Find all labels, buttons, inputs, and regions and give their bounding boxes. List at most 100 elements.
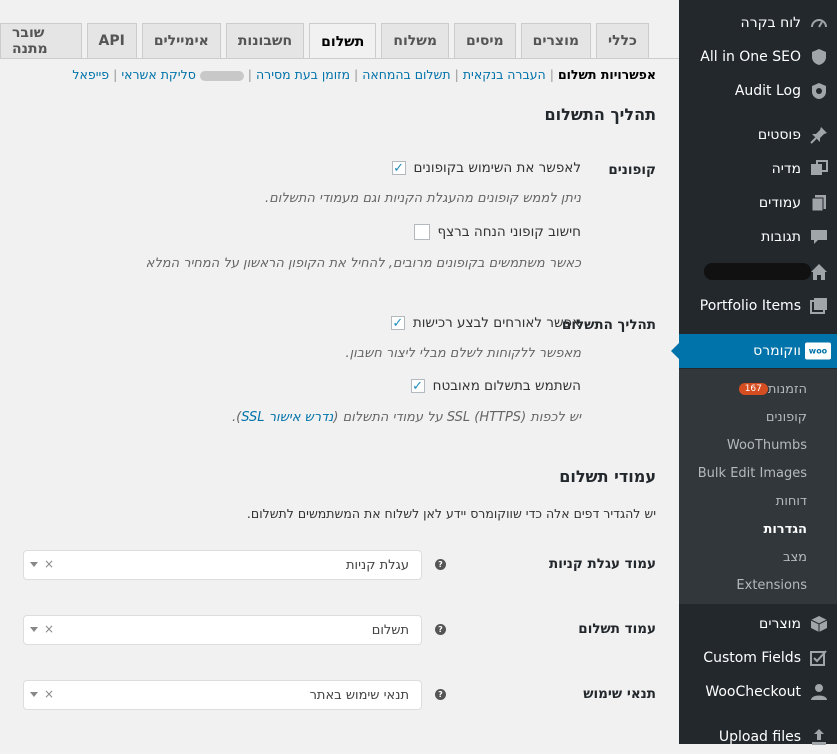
subnav-paypal[interactable]: פייפאל xyxy=(72,67,109,82)
enable-coupons-label: לאפשר את השימוש בקופונים xyxy=(413,160,581,176)
chevron-down-icon xyxy=(30,627,38,632)
pages-icon xyxy=(809,193,829,213)
tab-emails[interactable]: אימיילים xyxy=(141,23,221,58)
sequential-coupons-checkbox[interactable] xyxy=(413,224,430,240)
submenu-item-coupons[interactable]: קופונים xyxy=(679,403,837,431)
upload-icon xyxy=(809,727,829,747)
sidebar-item-woocheckout[interactable]: WooCheckout xyxy=(679,675,837,709)
clear-icon[interactable]: × xyxy=(44,622,54,636)
submenu-item-extensions[interactable]: Extensions xyxy=(679,571,837,599)
sidebar-item-dashboard[interactable]: לוח בקרה xyxy=(679,6,837,40)
checkout-page-select[interactable]: תשלום × xyxy=(23,615,422,645)
tab-api[interactable]: API xyxy=(86,23,137,58)
redacted-gateway xyxy=(199,70,244,81)
subnav-cod[interactable]: מזומן בעת מסירה xyxy=(256,67,350,82)
sidebar-item-label: מוצרים xyxy=(759,616,801,632)
submenu-item-label: WooThumbs xyxy=(726,437,807,453)
sidebar-item-woocommerce[interactable]: ווקומרס woo xyxy=(679,334,837,368)
subnav-current: אפשרויות תשלום xyxy=(557,67,656,82)
submenu-item-bulk-edit-images[interactable]: Bulk Edit Images xyxy=(679,459,837,487)
submenu-item-woothumbs[interactable]: WooThumbs xyxy=(679,431,837,459)
clear-icon[interactable]: × xyxy=(44,687,54,701)
guest-checkout-checkbox[interactable]: ✓ xyxy=(390,316,405,331)
shield-icon xyxy=(809,47,829,67)
chevron-down-icon xyxy=(30,692,38,697)
secure-checkout-description: יש לכפות SSL (HTTPS) על עמודי התשלום (נד… xyxy=(232,410,581,425)
submenu-item-orders[interactable]: 167 הזמנות xyxy=(679,375,837,403)
tab-accounts[interactable]: חשבונות xyxy=(225,23,305,58)
guest-checkout-row: ✓ אפשר לאורחים לבצע רכישות xyxy=(390,315,581,331)
sidebar-item-custom-fields[interactable]: Custom Fields xyxy=(679,641,837,675)
sidebar-item-audit-log[interactable]: Audit Log xyxy=(679,74,837,108)
sidebar-item-label: פוסטים xyxy=(757,127,801,143)
sidebar-item-label: עמודים xyxy=(758,195,801,211)
sidebar-item-portfolio[interactable]: Portfolio Items xyxy=(679,289,837,323)
checkout-pages-intro: יש להגדיר דפים אלה כדי שווקומרס יידע לאן… xyxy=(246,506,656,521)
subnav-cheque[interactable]: תשלום בהמחאה xyxy=(362,67,450,82)
tab-payments[interactable]: תשלום xyxy=(309,23,377,59)
ssl-certificate-link[interactable]: נדרש אישור SSL xyxy=(241,410,333,425)
submenu-item-settings[interactable]: הגדרות xyxy=(679,515,837,543)
submenu-item-label: הגדרות xyxy=(763,521,807,537)
submenu-item-label: דוחות xyxy=(775,493,807,509)
settings-tabs: כללי מוצרים מיסים משלוח תשלום חשבונות אי… xyxy=(0,23,649,59)
sequential-coupons-row: חישוב קופוני הנחה ברצף xyxy=(413,224,581,240)
sequential-coupons-label: חישוב קופוני הנחה ברצף xyxy=(437,224,581,240)
sidebar-item-products[interactable]: מוצרים xyxy=(679,607,837,641)
terms-page-value: תנאי שימוש באתר xyxy=(309,687,409,703)
submenu-item-label: Bulk Edit Images xyxy=(697,465,807,481)
sidebar-item-label: Custom Fields xyxy=(703,650,801,666)
cart-page-label: עמוד עגלת קניות xyxy=(548,556,656,572)
checkbox-icon xyxy=(809,648,829,668)
sidebar-item-upload-files[interactable]: Upload files xyxy=(679,720,837,754)
orders-count-badge: 167 xyxy=(738,383,768,395)
secure-checkout-desc-end: ). xyxy=(232,410,242,425)
sidebar-item-comments[interactable]: תגובות xyxy=(679,220,837,254)
secure-checkout-checkbox[interactable]: ✓ xyxy=(410,379,425,394)
secure-checkout-row: ✓ השתמש בתשלום מאובטח xyxy=(410,378,581,394)
sidebar-item-pages[interactable]: עמודים xyxy=(679,186,837,220)
user-icon xyxy=(809,682,829,702)
sidebar-item-label: All in One SEO xyxy=(700,49,801,65)
terms-page-select[interactable]: תנאי שימוש באתר × xyxy=(23,680,422,710)
help-icon[interactable]: ? xyxy=(435,559,446,570)
woocommerce-submenu: 167 הזמנות קופונים WooThumbs Bulk Edit I… xyxy=(679,369,837,604)
help-icon[interactable]: ? xyxy=(435,689,446,700)
submenu-item-status[interactable]: מצב xyxy=(679,543,837,571)
sidebar-item-media[interactable]: מדיה xyxy=(679,152,837,186)
sidebar-item-label: Portfolio Items xyxy=(699,298,801,314)
tab-tax[interactable]: מיסים xyxy=(453,23,516,58)
secure-checkout-label: השתמש בתשלום מאובטח xyxy=(432,378,581,394)
tab-products[interactable]: מוצרים xyxy=(520,23,591,58)
enable-coupons-checkbox[interactable]: ✓ xyxy=(391,161,406,176)
coupons-label: קופונים xyxy=(608,162,656,178)
sidebar-item-label: לוח בקרה xyxy=(740,15,801,31)
guest-checkout-label: אפשר לאורחים לבצע רכישות xyxy=(412,315,581,331)
submenu-item-label: Extensions xyxy=(736,577,807,593)
tab-shipping[interactable]: משלוח xyxy=(381,23,449,58)
redacted-site-name xyxy=(704,263,811,280)
clear-icon[interactable]: × xyxy=(44,557,54,571)
sidebar-item-all-in-one-seo[interactable]: All in One SEO xyxy=(679,40,837,74)
checkout-page-value: תשלום xyxy=(371,622,409,638)
enable-coupons-description: ניתן לממש קופונים מהעגלת הקניות וגם מעמו… xyxy=(264,191,581,206)
cart-page-value: עגלת קניות xyxy=(346,557,409,573)
help-icon[interactable]: ? xyxy=(435,624,446,635)
pin-icon xyxy=(809,125,829,145)
home-icon xyxy=(809,262,829,282)
sidebar-item-posts[interactable]: פוסטים xyxy=(679,118,837,152)
tab-general[interactable]: כללי xyxy=(596,23,649,58)
enable-coupons-row: ✓ לאפשר את השימוש בקופונים xyxy=(391,160,581,176)
media-icon xyxy=(809,159,829,179)
audit-log-icon xyxy=(809,81,829,101)
subnav-credit-card[interactable]: סליקת אשראי xyxy=(121,67,196,82)
checkout-page-label: עמוד תשלום xyxy=(578,621,656,637)
section-title-checkout-pages: עמודי תשלום xyxy=(559,467,656,486)
payment-subnav: אפשרויות תשלום|העברה בנקאית|תשלום בהמחאה… xyxy=(72,67,656,82)
cart-page-select[interactable]: עגלת קניות × xyxy=(23,550,422,580)
terms-page-label: תנאי שימוש xyxy=(583,686,656,702)
admin-sidebar: לוח בקרה All in One SEO Audit Log פוסטים… xyxy=(679,0,837,745)
tab-gift-voucher[interactable]: שובר מתנה xyxy=(0,23,82,58)
submenu-item-reports[interactable]: דוחות xyxy=(679,487,837,515)
subnav-bacs[interactable]: העברה בנקאית xyxy=(463,67,546,82)
